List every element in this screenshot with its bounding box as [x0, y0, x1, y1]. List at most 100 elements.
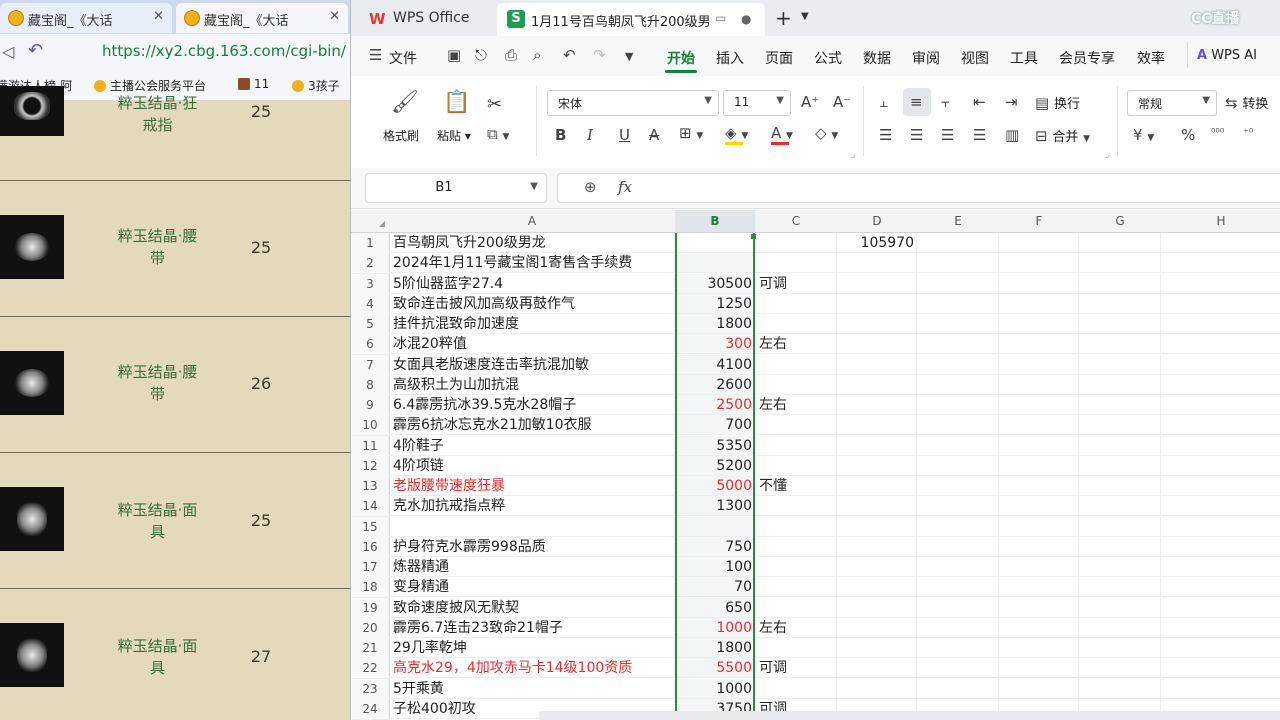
clear-format-icon[interactable]: ◇ ▼	[815, 124, 838, 142]
font-name-select[interactable]: 宋体 ▼	[547, 90, 719, 116]
chevron-down-icon[interactable]: ▼	[625, 50, 633, 63]
cell-a[interactable]: 致命速度披风无默契	[389, 598, 675, 618]
cell-empty[interactable]	[917, 395, 999, 415]
cell-empty[interactable]	[1161, 334, 1280, 354]
cell-c[interactable]	[755, 415, 837, 435]
cell-empty[interactable]	[1161, 517, 1280, 537]
row-header[interactable]: 15	[351, 517, 390, 538]
cell-b[interactable]: 30500	[675, 274, 755, 294]
cell-a[interactable]: 炼器精通	[389, 557, 675, 577]
row-header[interactable]: 13	[351, 476, 390, 497]
cell-empty[interactable]	[1161, 294, 1280, 314]
cell-empty[interactable]	[999, 557, 1079, 577]
column-header-b[interactable]: B	[675, 210, 756, 233]
cell-c[interactable]	[755, 294, 837, 314]
cell-empty[interactable]	[1079, 598, 1161, 618]
cell-empty[interactable]	[1079, 274, 1161, 294]
select-all-corner[interactable]: ◢	[351, 210, 390, 233]
row-header[interactable]: 8	[351, 375, 390, 396]
cell-empty[interactable]	[917, 658, 999, 678]
item-name[interactable]: 粹玉结晶·狂 戒指	[100, 92, 215, 136]
cell-d[interactable]	[837, 314, 917, 334]
cell-empty[interactable]	[1161, 679, 1280, 699]
italic-button[interactable]: I	[587, 126, 593, 144]
cell-d[interactable]	[837, 598, 917, 618]
row-header[interactable]: 1	[351, 233, 390, 254]
cell-c[interactable]	[755, 496, 837, 516]
cell-empty[interactable]	[917, 415, 999, 435]
cell-empty[interactable]	[1079, 436, 1161, 456]
tab-formula[interactable]: 公式	[814, 48, 842, 68]
align-left-icon[interactable]: ☰	[879, 126, 892, 144]
cell-b[interactable]: 4100	[675, 355, 755, 375]
cell-c[interactable]: 左右	[755, 334, 837, 354]
cell-empty[interactable]	[917, 355, 999, 375]
cell-empty[interactable]	[1161, 638, 1280, 658]
row-header[interactable]: 21	[351, 638, 390, 659]
cell-a[interactable]: 高级积土为山加抗混	[389, 375, 675, 395]
cell-a[interactable]: 高克水29，4加攻赤马卡14级100资质	[389, 658, 675, 678]
cell-b[interactable]: 1000	[675, 679, 755, 699]
print-preview-icon[interactable]: ⌕	[533, 46, 541, 64]
cell-a[interactable]: 2024年1月11号藏宝阁1寄售含手续费	[389, 253, 675, 273]
cell-a[interactable]: 挂件抗混致命加速度	[389, 314, 675, 334]
cell-b[interactable]: 1800	[675, 638, 755, 658]
cell-empty[interactable]	[1161, 274, 1280, 294]
format-painter-button[interactable]: 格式刷	[383, 127, 419, 144]
tab-page[interactable]: 页面	[765, 48, 793, 68]
row-header[interactable]: 22	[351, 658, 390, 679]
cell-empty[interactable]	[999, 395, 1079, 415]
copy-icon[interactable]: ⧉ ▼	[487, 125, 509, 143]
cell-empty[interactable]	[999, 476, 1079, 496]
cell-b[interactable]: 5500	[675, 658, 755, 678]
justify-icon[interactable]: ☰	[973, 126, 986, 144]
cell-a[interactable]: 5阶仙器蓝字27.4	[389, 274, 675, 294]
cell-empty[interactable]	[1161, 253, 1280, 273]
document-tab[interactable]: S 1月11号百鸟朝凤飞升200级男 ▭ ●	[497, 3, 765, 36]
cell-empty[interactable]	[999, 679, 1079, 699]
redo-icon[interactable]: ↷	[593, 46, 606, 64]
cell-empty[interactable]	[1161, 577, 1280, 597]
cell-empty[interactable]	[999, 598, 1079, 618]
horizontal-scrollbar[interactable]	[539, 711, 1280, 720]
column-header-e[interactable]: E	[917, 210, 1000, 233]
cell-d[interactable]	[837, 618, 917, 638]
decrease-indent-icon[interactable]: ⇤	[973, 93, 986, 111]
cell-b[interactable]	[675, 517, 755, 537]
cell-empty[interactable]	[917, 294, 999, 314]
cell-empty[interactable]	[1079, 517, 1161, 537]
cell-c[interactable]	[755, 314, 837, 334]
cell-empty[interactable]	[1161, 476, 1280, 496]
row-header[interactable]: 20	[351, 618, 390, 639]
decrease-font-icon[interactable]: A⁻	[833, 93, 851, 111]
cell-c[interactable]	[755, 436, 837, 456]
cell-empty[interactable]	[917, 233, 999, 253]
row-header[interactable]: 4	[351, 294, 390, 315]
browser-tab-2[interactable]: 藏宝阁_《大话 ✕	[176, 3, 348, 33]
cell-a[interactable]: 霹雳6抗冰忘克水21加敏10衣服	[389, 415, 675, 435]
cell-empty[interactable]	[1079, 233, 1161, 253]
cell-empty[interactable]	[1161, 436, 1280, 456]
cell-c[interactable]	[755, 679, 837, 699]
cell-empty[interactable]	[1161, 314, 1280, 334]
cell-c[interactable]	[755, 253, 837, 273]
cell-empty[interactable]	[917, 577, 999, 597]
cell-c[interactable]	[755, 355, 837, 375]
cell-a[interactable]: 护身符克水霹雳998品质	[389, 537, 675, 557]
cell-d[interactable]	[837, 496, 917, 516]
cell-b[interactable]: 750	[675, 537, 755, 557]
cell-a[interactable]: 女面具老版速度连击率抗混加敏	[389, 355, 675, 375]
print-icon[interactable]: ⎙	[505, 46, 517, 64]
item-row[interactable]: 粹玉结晶·腰带 26	[0, 316, 350, 453]
cell-empty[interactable]	[917, 517, 999, 537]
column-header-d[interactable]: D	[837, 210, 918, 233]
item-name[interactable]: 粹玉结晶·腰带	[100, 361, 215, 405]
cell-empty[interactable]	[917, 314, 999, 334]
window-icon[interactable]: ▭	[715, 11, 726, 25]
cell-c[interactable]: 左右	[755, 395, 837, 415]
cell-d[interactable]	[837, 658, 917, 678]
distributed-icon[interactable]: ▥	[1005, 126, 1019, 144]
cell-b[interactable]: 700	[675, 415, 755, 435]
cell-empty[interactable]	[1079, 496, 1161, 516]
cell-a[interactable]: 致命连击披风加高级再鼓作气	[389, 294, 675, 314]
